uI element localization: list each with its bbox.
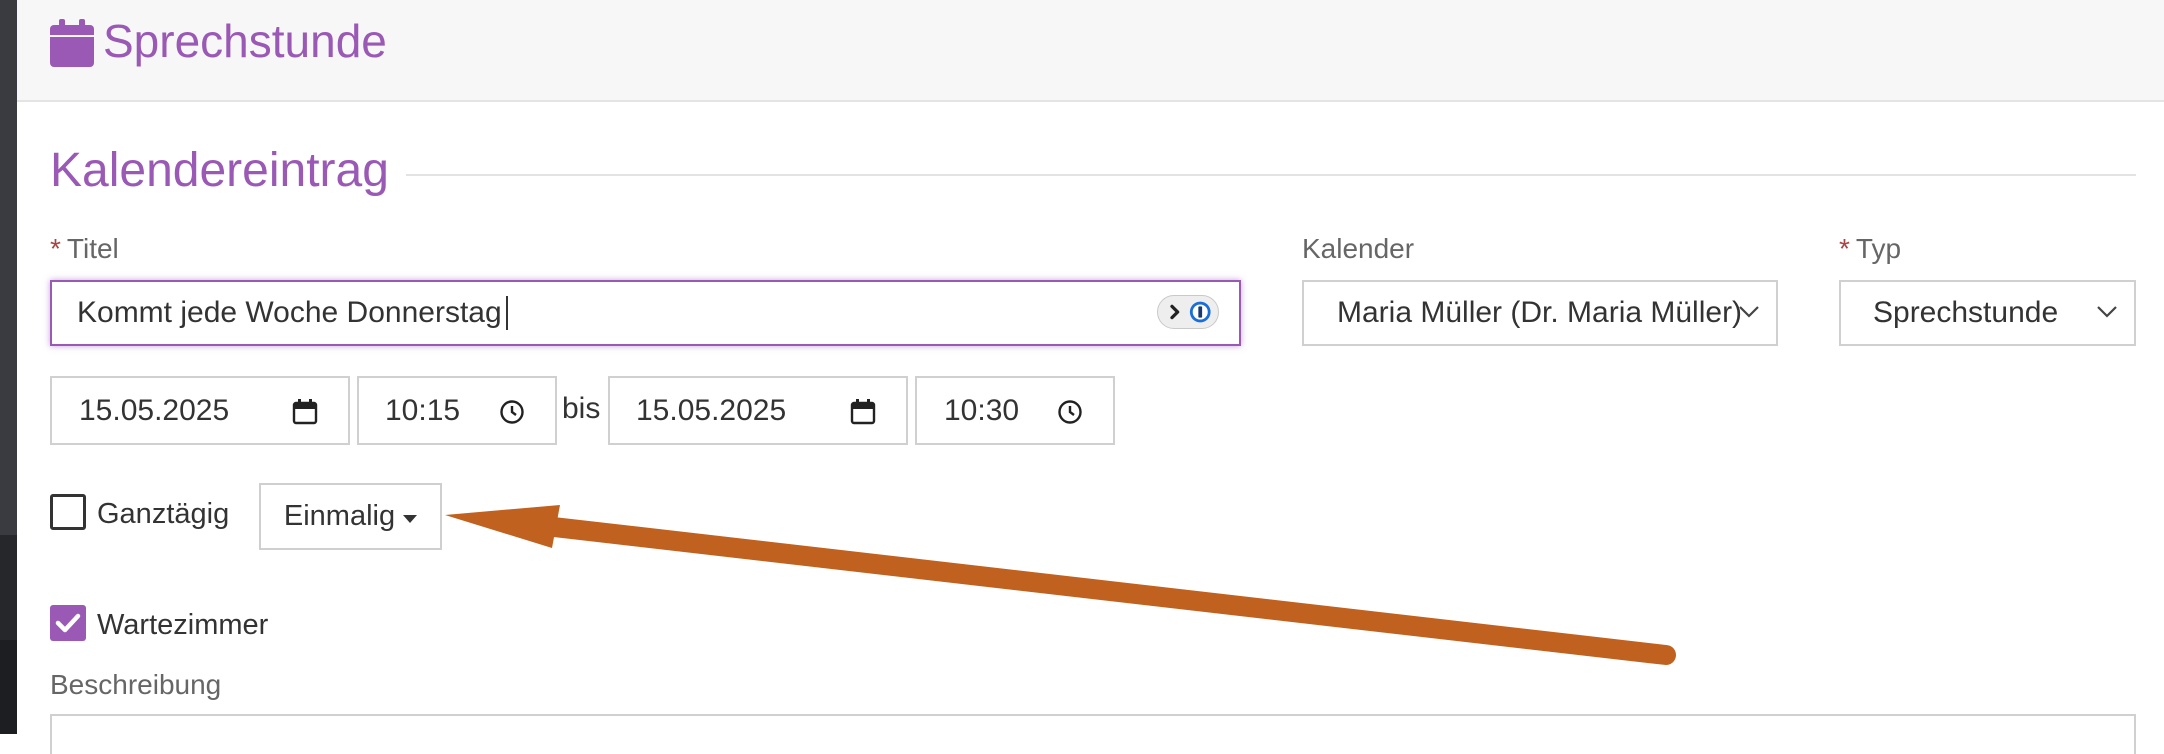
required-mark: * (50, 233, 61, 264)
typ-value: Sprechstunde (1873, 296, 2059, 329)
titel-label-text: Titel (66, 233, 119, 264)
start-date-value: 15.05.2025 (79, 393, 230, 427)
recurrence-label: Einmalig (283, 500, 396, 532)
window-edge-upper (0, 0, 17, 535)
window-edge (0, 0, 17, 734)
typ-label-text: Typ (1855, 233, 1902, 264)
page-title: Sprechstunde (103, 15, 387, 67)
calendar-icon[interactable] (292, 399, 318, 425)
start-time-value: 10:15 (385, 393, 461, 427)
wartezimmer-label: Wartezimmer (97, 609, 269, 641)
kalender-select[interactable]: Maria Müller (Dr. Maria Müller) (1302, 280, 1778, 346)
typ-label: * Typ (1839, 235, 1901, 263)
chevron-down-icon (2097, 306, 2117, 318)
password-manager-widget[interactable] (1157, 295, 1219, 329)
wartezimmer-checkbox[interactable] (50, 605, 86, 641)
start-time-input[interactable]: 10:15 (357, 376, 557, 445)
calendar-icon[interactable] (850, 399, 876, 425)
ganztaegig-label: Ganztägig (97, 498, 230, 530)
end-date-input[interactable]: 15.05.2025 (608, 376, 908, 445)
beschreibung-textarea[interactable] (50, 714, 2136, 754)
password-manager-icon (1170, 301, 1211, 323)
clock-icon[interactable] (499, 399, 525, 425)
recurrence-dropdown-button[interactable]: Einmalig (259, 483, 442, 550)
typ-select[interactable]: Sprechstunde (1839, 280, 2136, 346)
kalender-label: Kalender (1302, 233, 1415, 264)
start-date-input[interactable]: 15.05.2025 (50, 376, 350, 445)
calendar-icon (50, 19, 94, 67)
titel-label: * Titel (50, 235, 119, 263)
end-time-value: 10:30 (944, 393, 1020, 427)
checkmark-icon (55, 613, 81, 633)
section-title: Kalendereintrag (50, 144, 389, 197)
ganztaegig-checkbox[interactable] (50, 494, 86, 530)
page-header: Sprechstunde (17, 0, 2164, 102)
titel-value: Kommt jede Woche Donnerstag (77, 296, 502, 329)
annotation-arrow (445, 505, 1676, 665)
section-divider (406, 174, 2136, 176)
window-edge-lower (0, 640, 17, 734)
text-caret (505, 296, 508, 330)
titel-input[interactable]: Kommt jede Woche Donnerstag (50, 280, 1241, 346)
caret-down-icon (403, 514, 418, 523)
end-date-value: 15.05.2025 (636, 393, 787, 427)
required-mark: * (1839, 233, 1850, 264)
chevron-down-icon (1739, 306, 1759, 318)
end-time-input[interactable]: 10:30 (915, 376, 1115, 445)
bis-label: bis (562, 392, 601, 425)
kalender-value: Maria Müller (Dr. Maria Müller) (1337, 296, 1743, 329)
beschreibung-label: Beschreibung (50, 669, 222, 700)
clock-icon[interactable] (1057, 399, 1083, 425)
